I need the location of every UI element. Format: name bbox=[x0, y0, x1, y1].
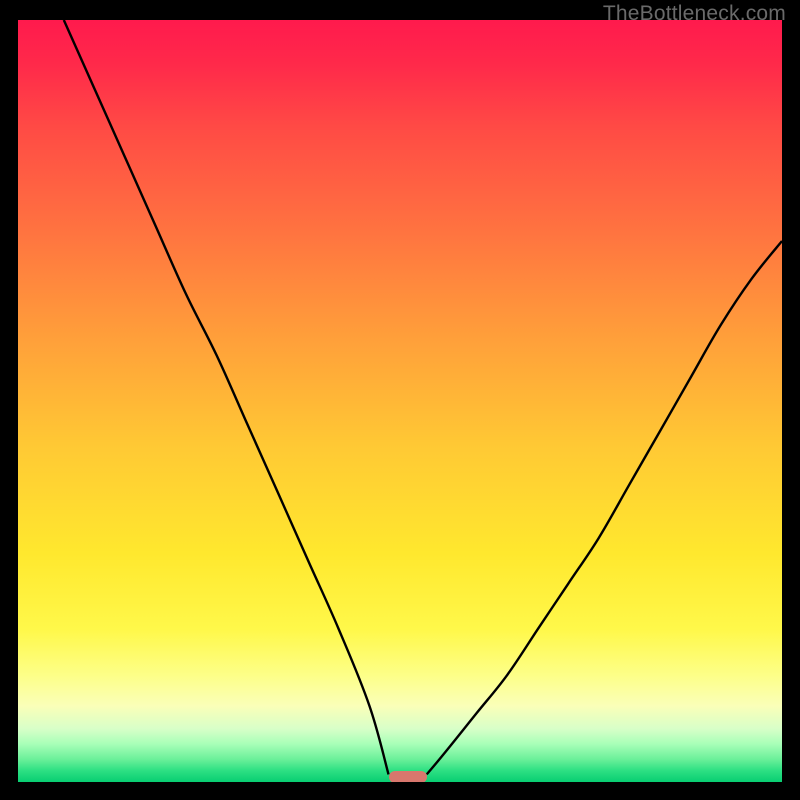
curve-right-branch bbox=[427, 241, 782, 774]
bottleneck-curve bbox=[18, 20, 782, 782]
chart-frame: TheBottleneck.com bbox=[0, 0, 800, 800]
plot-area bbox=[18, 20, 782, 782]
curve-left-branch bbox=[64, 20, 389, 774]
watermark-text: TheBottleneck.com bbox=[603, 2, 786, 26]
optimal-marker bbox=[389, 771, 427, 782]
